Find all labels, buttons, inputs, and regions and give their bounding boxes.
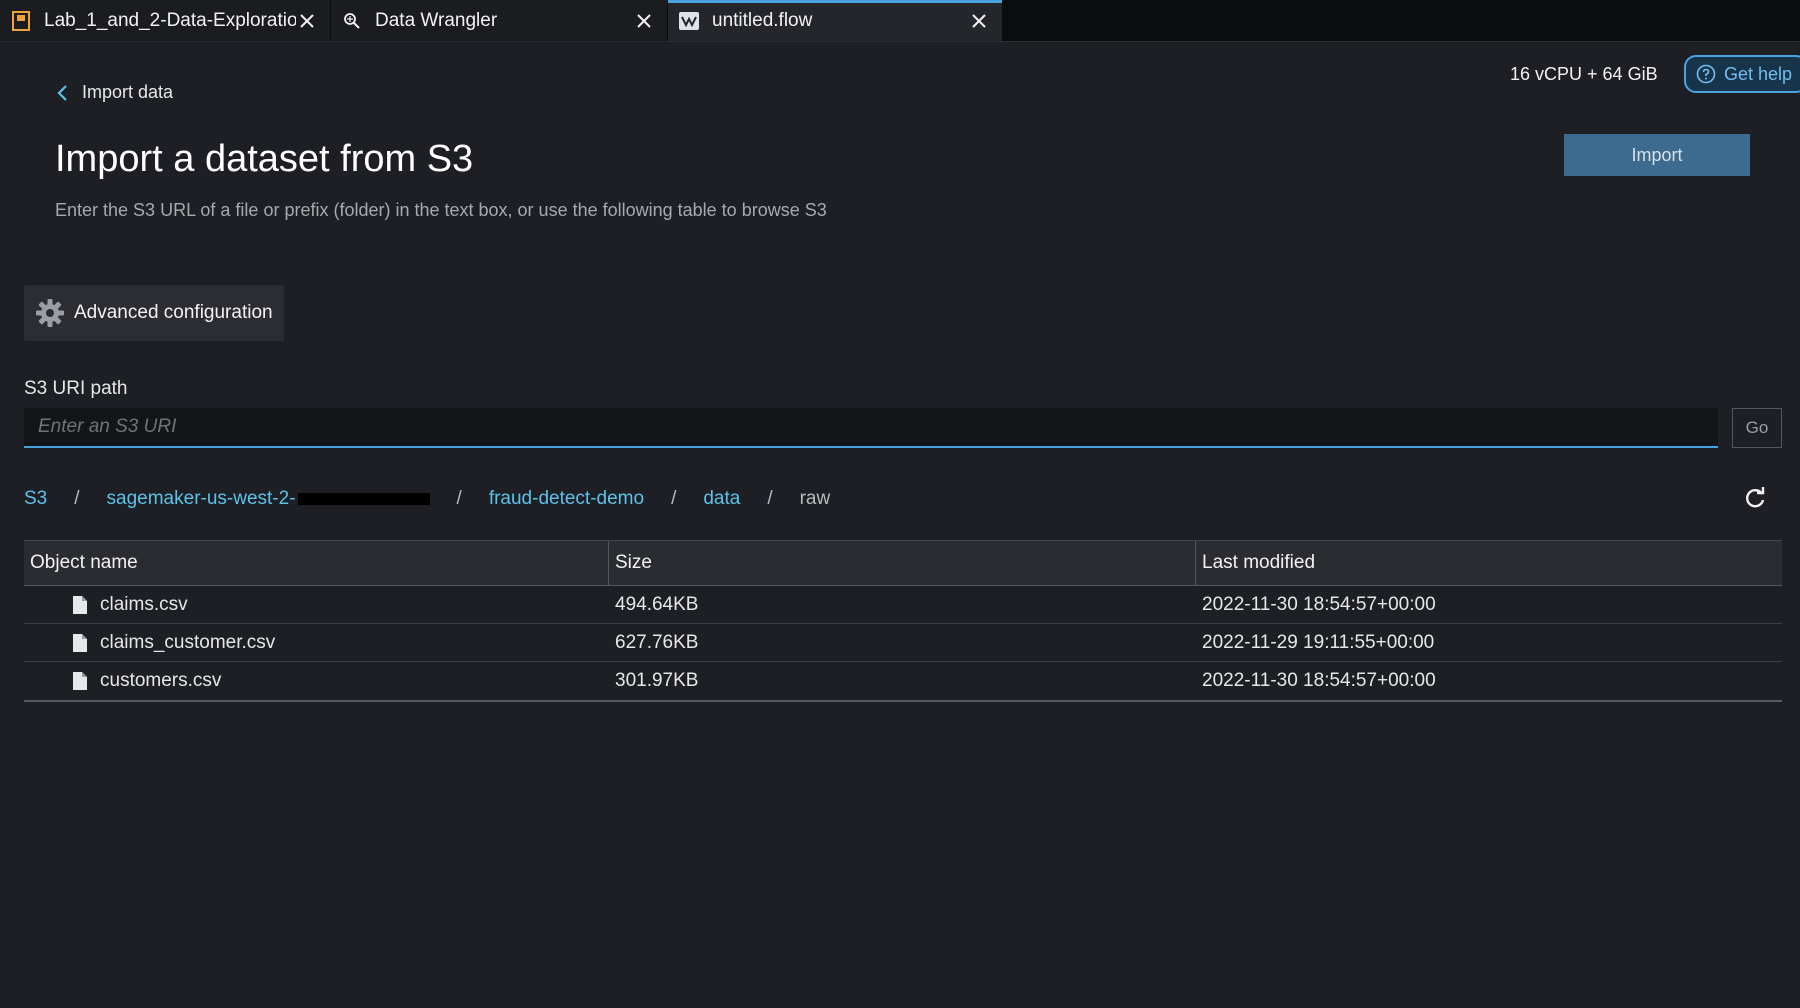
close-icon[interactable] [968,10,990,32]
close-icon[interactable] [296,10,318,32]
tab-notebook[interactable]: Lab_1_and_2-Data-Exploration [0,0,331,41]
back-link-label: Import data [82,82,174,102]
import-button[interactable]: Import [1564,134,1750,176]
breadcrumb-data[interactable]: data [703,488,740,510]
table-row[interactable]: claims_customer.csv 627.76KB 2022-11-29 … [24,624,1782,662]
object-name: claims.csv [100,593,188,615]
tab-label: Lab_1_and_2-Data-Exploration [44,9,296,31]
flow-icon [678,10,700,32]
file-icon [72,633,88,653]
breadcrumb-separator: / [767,488,773,509]
chevron-left-icon [56,84,70,102]
object-last-modified: 2022-11-29 19:11:55+00:00 [1202,631,1435,653]
object-size: 494.64KB [615,593,699,615]
notebook-icon [10,10,32,32]
advanced-configuration-button[interactable]: Advanced configuration [24,285,284,341]
resource-indicator: 16 vCPU + 64 GiB [1510,64,1658,84]
breadcrumb-bucket[interactable]: sagemaker-us-west-2- [107,488,430,510]
refresh-icon[interactable] [1742,486,1768,512]
file-icon [72,671,88,691]
breadcrumb-separator: / [74,488,80,509]
go-button[interactable]: Go [1732,408,1782,448]
breadcrumb: S3 / sagemaker-us-west-2- / fraud-detect… [24,488,830,510]
breadcrumb-fraud-detect-demo[interactable]: fraud-detect-demo [489,488,644,510]
object-size: 301.97KB [615,670,699,691]
help-icon [1696,64,1716,84]
table-row[interactable]: claims.csv 494.64KB 2022-11-30 18:54:57+… [24,586,1782,624]
tab-data-wrangler[interactable]: Data Wrangler [331,0,668,41]
s3-uri-input[interactable] [24,408,1718,448]
table-row[interactable]: customers.csv 301.97KB 2022-11-30 18:54:… [24,662,1782,700]
gear-icon [34,297,66,329]
back-link[interactable]: Import data [56,82,173,103]
data-wrangler-icon [341,10,363,32]
tab-untitled-flow[interactable]: untitled.flow [668,0,1003,41]
tab-label: untitled.flow [712,9,813,31]
breadcrumb-s3[interactable]: S3 [24,488,47,510]
page-title: Import a dataset from S3 [55,138,474,180]
s3-uri-label: S3 URI path [24,378,128,399]
breadcrumb-separator: / [456,488,462,509]
close-icon[interactable] [633,10,655,32]
redaction-bar [297,492,430,505]
object-name-cell[interactable]: claims.csv [24,586,609,623]
object-name: customers.csv [100,670,222,691]
advanced-configuration-label: Advanced configuration [74,302,273,323]
column-header-size[interactable]: Size [609,541,1196,585]
object-name-cell[interactable]: claims_customer.csv [24,624,609,661]
column-header-last-modified[interactable]: Last modified [1196,541,1782,585]
tab-bar: Lab_1_and_2-Data-Exploration Data Wrangl… [0,0,1800,42]
object-last-modified: 2022-11-30 18:54:57+00:00 [1202,593,1436,615]
breadcrumb-raw: raw [799,488,831,509]
page-description: Enter the S3 URL of a file or prefix (fo… [55,200,827,220]
file-icon [72,595,88,615]
tab-label: Data Wrangler [375,9,498,31]
object-size: 627.76KB [615,631,699,653]
object-name: claims_customer.csv [100,631,276,653]
breadcrumb-separator: / [671,488,677,509]
object-last-modified: 2022-11-30 18:54:57+00:00 [1202,670,1436,691]
column-header-object-name[interactable]: Object name [24,541,609,585]
object-name-cell[interactable]: customers.csv [24,662,609,700]
breadcrumb-bucket-label: sagemaker-us-west-2- [106,488,296,509]
get-help-button[interactable]: Get help [1684,55,1800,93]
get-help-label: Get help [1724,63,1793,84]
objects-table: Object name Size Last modified claims.cs… [24,540,1782,702]
table-header: Object name Size Last modified [24,541,1782,586]
